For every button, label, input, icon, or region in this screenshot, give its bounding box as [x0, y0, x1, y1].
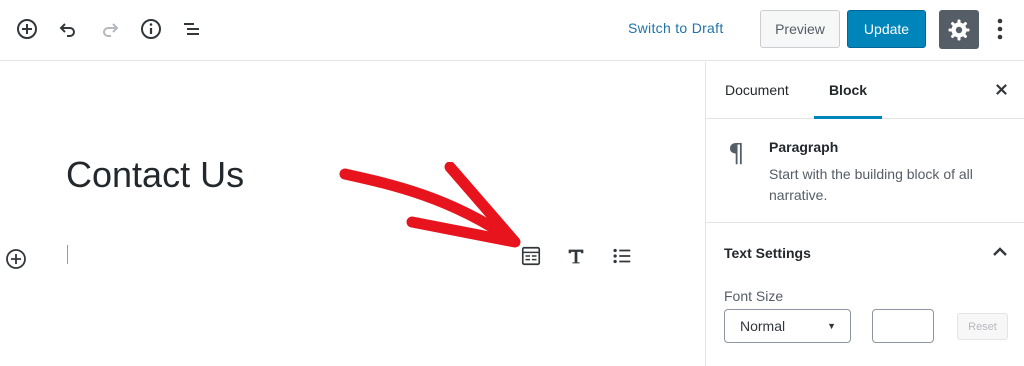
close-icon [995, 83, 1007, 95]
text-settings-panel-toggle[interactable]: Text Settings [706, 223, 1024, 281]
more-vertical-icon [997, 18, 1003, 40]
redo-icon[interactable] [96, 14, 124, 44]
block-description: Start with the building block of all nar… [769, 166, 973, 203]
add-block-icon[interactable] [13, 14, 41, 44]
paragraph-icon: ¶ [728, 139, 745, 169]
select-caret-icon: ▼ [827, 321, 836, 331]
undo-icon[interactable] [54, 14, 82, 44]
block-navigation-icon[interactable] [178, 14, 206, 44]
form-icon [521, 246, 541, 266]
reset-font-size-button[interactable]: Reset [957, 313, 1008, 340]
text-cursor [67, 245, 68, 264]
info-icon[interactable] [137, 14, 165, 44]
heading-block-shortcut[interactable] [563, 243, 589, 269]
post-title[interactable]: Contact Us [66, 154, 244, 196]
editor-header: Switch to Draft Preview Update [0, 0, 1024, 61]
settings-sidebar: Document Block ¶ Paragraph Start with th… [705, 62, 1024, 366]
close-sidebar-button[interactable] [991, 79, 1011, 99]
switch-to-draft-link[interactable]: Switch to Draft [628, 20, 724, 36]
tab-block[interactable]: Block [814, 62, 882, 119]
tab-document[interactable]: Document [724, 62, 790, 119]
custom-font-size-input[interactable] [872, 309, 934, 343]
inline-add-block-icon[interactable] [4, 247, 28, 271]
block-card: ¶ Paragraph Start with the building bloc… [706, 119, 1024, 223]
more-options-button[interactable] [990, 14, 1010, 44]
list-block-shortcut[interactable] [609, 243, 635, 269]
block-name: Paragraph [769, 139, 839, 155]
sidebar-tabs: Document Block [706, 62, 1024, 119]
preview-button[interactable]: Preview [760, 10, 840, 48]
text-settings-title: Text Settings [724, 245, 811, 261]
chevron-up-icon [993, 247, 1007, 256]
form-block-shortcut[interactable] [518, 243, 544, 269]
heading-icon [568, 249, 584, 264]
update-button[interactable]: Update [847, 10, 926, 48]
gear-icon [948, 19, 970, 40]
settings-button[interactable] [939, 10, 979, 49]
font-size-select[interactable]: Normal ▼ [724, 309, 851, 343]
editor-canvas: Contact Us [0, 62, 705, 366]
font-size-select-value: Normal [740, 318, 786, 334]
list-icon [613, 248, 631, 264]
red-arrow-annotation [339, 162, 521, 248]
font-size-label: Font Size [724, 288, 784, 304]
